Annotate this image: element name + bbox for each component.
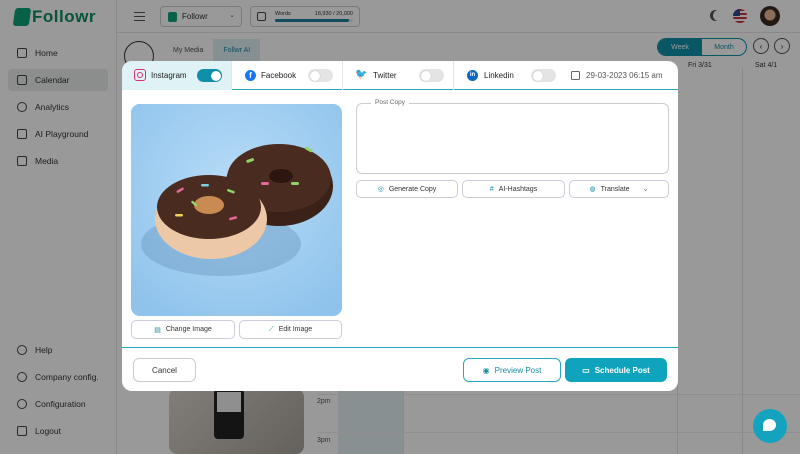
post-image (131, 104, 342, 316)
calendar-icon (571, 71, 580, 80)
chevron-down-icon: ⌄ (642, 186, 649, 193)
tab-label: Linkedin (484, 71, 514, 80)
chat-support-button[interactable] (753, 409, 787, 443)
facebook-icon: f (245, 70, 256, 81)
facebook-toggle[interactable] (308, 69, 333, 82)
tab-twitter[interactable]: 🐦 Twitter (343, 61, 453, 90)
schedule-post-button[interactable]: ▭ Schedule Post (565, 358, 667, 382)
preview-post-button[interactable]: ◉ Preview Post (463, 358, 561, 382)
change-image-button[interactable]: ▤ Change Image (131, 320, 235, 339)
ai-hashtags-button[interactable]: # AI-Hashtags (462, 180, 565, 198)
tab-linkedin[interactable]: in Linkedin (454, 61, 566, 90)
post-copy-input[interactable] (356, 103, 669, 174)
schedule-datetime-value: 29-03-2023 06:15 am (586, 71, 663, 80)
button-label: Change Image (165, 326, 212, 333)
social-network-tabs: Instagram f Facebook 🐦 Twitter in Linked… (122, 61, 678, 90)
hashtag-icon: # (489, 185, 494, 193)
tab-instagram[interactable]: Instagram (122, 61, 231, 90)
schedule-datetime[interactable]: 29-03-2023 06:15 am (566, 61, 678, 90)
button-label: AI-Hashtags (498, 185, 538, 193)
linkedin-icon: in (467, 70, 478, 81)
tab-label: Instagram (151, 71, 187, 80)
sparkle-icon: ◎ (377, 186, 384, 193)
twitter-toggle[interactable] (419, 69, 444, 82)
button-label: Edit Image (278, 326, 313, 333)
globe-icon: ◍ (589, 186, 596, 193)
tab-label: Facebook (261, 71, 297, 80)
post-copy-label: Post Copy (371, 99, 409, 106)
wand-icon: ⟋ (268, 325, 274, 333)
button-label: Schedule Post (594, 365, 650, 375)
instagram-toggle[interactable] (197, 69, 222, 82)
create-post-modal: Instagram f Facebook 🐦 Twitter in Linked… (122, 61, 678, 391)
tab-label: Twitter (373, 71, 397, 80)
twitter-icon: 🐦 (355, 69, 368, 80)
eye-icon: ◉ (482, 365, 490, 375)
tab-facebook[interactable]: f Facebook (232, 61, 342, 90)
edit-image-button[interactable]: ⟋ Edit Image (239, 320, 342, 339)
calendar-icon: ▭ (582, 365, 590, 375)
translate-button[interactable]: ◍ Translate ⌄ (569, 180, 669, 198)
button-label: Generate Copy (388, 185, 437, 193)
instagram-icon (134, 69, 146, 81)
generate-copy-button[interactable]: ◎ Generate Copy (356, 180, 458, 198)
modal-footer: Cancel ◉ Preview Post ▭ Schedule Post (122, 347, 678, 391)
button-label: Translate (600, 185, 630, 193)
linkedin-toggle[interactable] (531, 69, 556, 82)
donuts-image (131, 104, 342, 316)
image-icon: ▤ (154, 326, 161, 334)
cancel-button[interactable]: Cancel (133, 358, 196, 382)
button-label: Preview Post (494, 365, 542, 375)
